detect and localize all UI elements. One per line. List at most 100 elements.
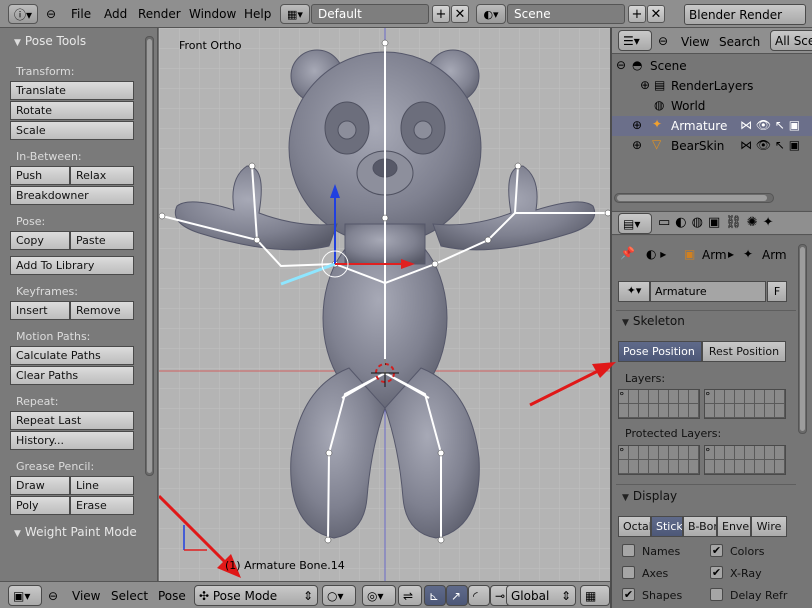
layer-cell[interactable] bbox=[689, 446, 699, 460]
scrollbar-thumb[interactable] bbox=[617, 195, 767, 201]
layer-cell[interactable] bbox=[659, 460, 669, 474]
layer-cell[interactable] bbox=[679, 460, 689, 474]
layer-cell[interactable] bbox=[669, 404, 679, 418]
collapse-toggle-icon[interactable]: ⊖ bbox=[616, 58, 626, 72]
pin-icon[interactable]: 📌 bbox=[620, 246, 635, 260]
viewport-canvas[interactable] bbox=[159, 28, 610, 581]
outliner-display-mode[interactable]: All Scenes bbox=[770, 30, 812, 51]
add-to-library-button[interactable]: Add To Library bbox=[10, 256, 134, 275]
layer-cell[interactable] bbox=[659, 390, 669, 404]
history-button[interactable]: History... bbox=[10, 431, 134, 450]
layer-cell[interactable] bbox=[689, 460, 699, 474]
layer-cell[interactable] bbox=[629, 404, 639, 418]
layer-cell[interactable] bbox=[755, 404, 765, 418]
layer-cell[interactable] bbox=[775, 446, 785, 460]
layer-cell[interactable] bbox=[715, 390, 725, 404]
layer-cell[interactable] bbox=[659, 404, 669, 418]
bone-layers-grid-b[interactable]: ° bbox=[704, 389, 786, 419]
push-button[interactable]: Push bbox=[10, 166, 70, 185]
scene-selector[interactable]: ◐▾ bbox=[476, 4, 506, 24]
fake-user-button[interactable]: F bbox=[767, 281, 787, 302]
paste-pose-button[interactable]: Paste bbox=[70, 231, 134, 250]
clear-paths-button[interactable]: Clear Paths bbox=[10, 366, 134, 385]
layer-cell[interactable] bbox=[765, 390, 775, 404]
layer-cell[interactable] bbox=[725, 404, 735, 418]
layer-cell[interactable] bbox=[619, 460, 629, 474]
layer-cell[interactable] bbox=[715, 460, 725, 474]
layer-cell[interactable] bbox=[735, 460, 745, 474]
insert-keyframe-button[interactable]: Insert bbox=[10, 301, 70, 320]
layer-cell[interactable] bbox=[649, 446, 659, 460]
expand-toggle-icon[interactable]: ⊕ bbox=[632, 138, 642, 152]
weight-paint-panel-header[interactable]: ▼ Weight Paint Mode bbox=[14, 525, 137, 539]
layer-cell[interactable] bbox=[725, 460, 735, 474]
translate-manipulator-toggle[interactable]: ↗ bbox=[446, 585, 468, 606]
layer-cell[interactable] bbox=[639, 446, 649, 460]
layer-cell[interactable] bbox=[639, 460, 649, 474]
restrict-icons[interactable]: ⋈ 👁 ↖ ▣ bbox=[740, 118, 800, 132]
line-button[interactable]: Line bbox=[70, 476, 134, 495]
translate-button[interactable]: Translate bbox=[10, 81, 134, 100]
layer-cell[interactable] bbox=[745, 460, 755, 474]
restrict-icons[interactable]: ⋈ 👁 ↖ ▣ bbox=[740, 138, 800, 152]
layer-cell[interactable] bbox=[639, 390, 649, 404]
layer-cell[interactable] bbox=[705, 460, 715, 474]
menu-select[interactable]: Select bbox=[111, 589, 148, 603]
axes-checkbox[interactable] bbox=[622, 566, 635, 579]
pivot-point-dropdown[interactable]: ◎▾ bbox=[362, 585, 396, 606]
viewport-shading-dropdown[interactable]: ○▾ bbox=[322, 585, 356, 606]
layer-cell[interactable] bbox=[765, 446, 775, 460]
remove-scene-button[interactable]: ✕ bbox=[647, 5, 665, 23]
draw-button[interactable]: Draw bbox=[10, 476, 70, 495]
erase-button[interactable]: Erase bbox=[70, 496, 134, 515]
layer-cell[interactable] bbox=[745, 390, 755, 404]
scrollbar-thumb[interactable] bbox=[800, 247, 805, 431]
draw-type-stick[interactable]: Stick bbox=[651, 516, 683, 537]
layer-cell[interactable] bbox=[629, 446, 639, 460]
layer-cell[interactable] bbox=[755, 390, 765, 404]
rest-position-button[interactable]: Rest Position bbox=[702, 341, 786, 362]
scene-name[interactable]: Scene bbox=[507, 4, 625, 24]
outliner-item-renderlayers[interactable]: ⊕ ▤ RenderLayers bbox=[612, 76, 812, 96]
properties-editor-type[interactable]: ▤▾ bbox=[618, 213, 652, 234]
collapse-menu-icon[interactable]: ⊖ bbox=[46, 7, 56, 21]
screen-layout-name[interactable]: Default bbox=[311, 4, 429, 24]
layer-cell[interactable] bbox=[715, 404, 725, 418]
protected-layers-grid-a[interactable]: ° bbox=[618, 445, 700, 475]
layer-cell[interactable] bbox=[715, 446, 725, 460]
layer-cell[interactable] bbox=[735, 404, 745, 418]
editor-type-button[interactable]: ⓘ▾ bbox=[8, 4, 38, 24]
breakdowner-button[interactable]: Breakdowner bbox=[10, 186, 134, 205]
layer-cell[interactable] bbox=[669, 446, 679, 460]
outliner-item-bearskin[interactable]: ⊕ ▽ BearSkin ⋈ 👁 ↖ ▣ bbox=[612, 136, 812, 156]
3d-viewport[interactable]: Front Ortho (1) Armature Bone.14 bbox=[159, 28, 610, 581]
pose-tools-panel-header[interactable]: ▼ Pose Tools bbox=[14, 34, 86, 48]
properties-scrollbar[interactable] bbox=[798, 244, 807, 434]
layer-cell[interactable] bbox=[689, 390, 699, 404]
outliner-h-scrollbar[interactable] bbox=[614, 193, 774, 203]
remove-keyframe-button[interactable]: Remove bbox=[70, 301, 134, 320]
layer-cell[interactable] bbox=[629, 460, 639, 474]
menu-render[interactable]: Render bbox=[138, 7, 181, 21]
layer-cell[interactable]: ° bbox=[705, 390, 715, 404]
layer-cell[interactable] bbox=[649, 404, 659, 418]
manipulator-toggle[interactable]: ⊾ bbox=[424, 585, 446, 606]
collapse-menu-icon[interactable]: ⊖ bbox=[658, 34, 668, 48]
snap-toggle[interactable]: ⇌ bbox=[398, 585, 422, 606]
add-layout-button[interactable]: + bbox=[432, 5, 450, 23]
expand-toggle-icon[interactable]: ⊕ bbox=[632, 118, 642, 132]
draw-type-envelope[interactable]: Envel bbox=[717, 516, 751, 537]
layer-cell[interactable] bbox=[679, 390, 689, 404]
layer-button[interactable]: ▦ bbox=[580, 585, 610, 606]
menu-window[interactable]: Window bbox=[189, 7, 236, 21]
layer-cell[interactable] bbox=[649, 460, 659, 474]
layer-cell[interactable] bbox=[745, 446, 755, 460]
mode-dropdown[interactable]: ✣ Pose Mode ⇕ bbox=[194, 585, 318, 606]
layer-cell[interactable] bbox=[775, 404, 785, 418]
outliner-item-scene[interactable]: ⊖ ◓ Scene bbox=[612, 56, 812, 76]
layer-cell[interactable] bbox=[669, 390, 679, 404]
menu-pose[interactable]: Pose bbox=[158, 589, 186, 603]
relax-button[interactable]: Relax bbox=[70, 166, 134, 185]
context-tabs[interactable]: ▭◐◍▣⛓✺✦ bbox=[658, 215, 779, 230]
display-panel-header[interactable]: ▼ Display bbox=[622, 489, 677, 503]
